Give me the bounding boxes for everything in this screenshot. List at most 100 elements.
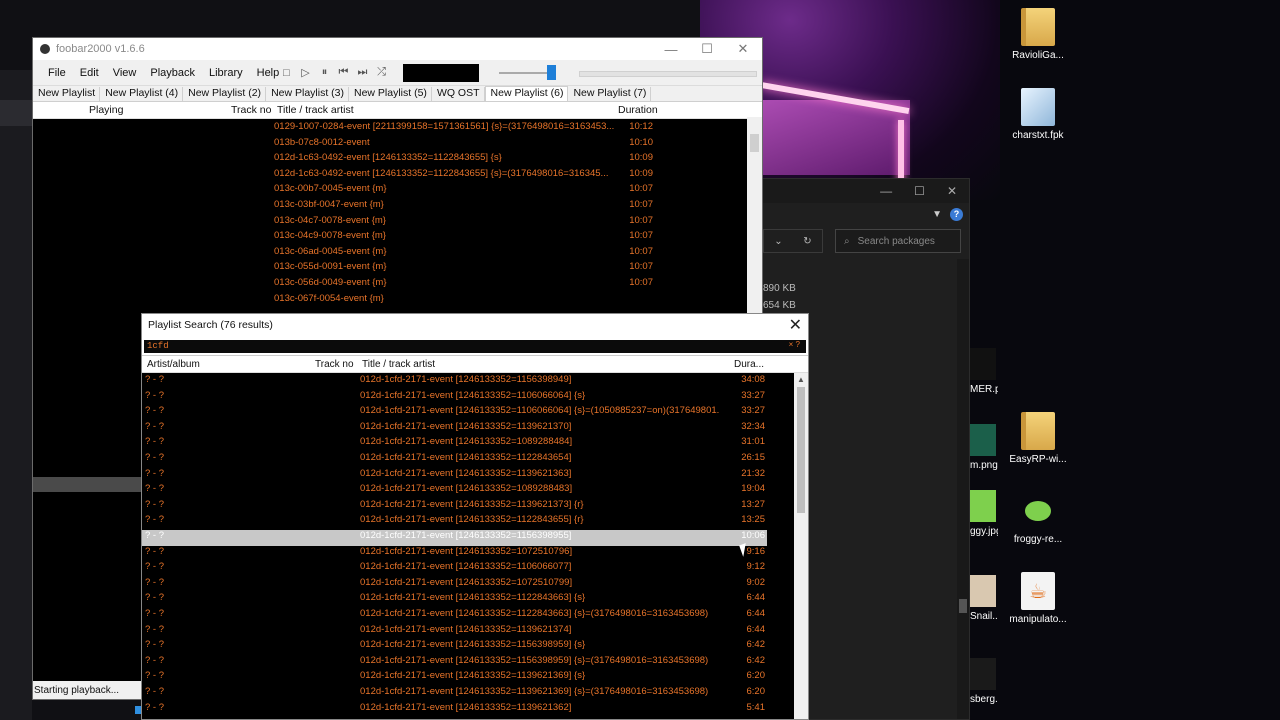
previous-icon[interactable]: ⏮ bbox=[336, 65, 351, 80]
maximize-icon[interactable]: ☐ bbox=[689, 41, 725, 57]
pause-icon[interactable]: ⏸ bbox=[317, 65, 332, 80]
window-titlebar[interactable]: foobar2000 v1.6.6 — ☐ ✕ bbox=[33, 38, 762, 60]
desktop-icon-partial[interactable]: Snail... bbox=[970, 575, 998, 622]
playlist-tab[interactable]: New Playlist (3) bbox=[266, 87, 349, 101]
close-icon[interactable]: ✕ bbox=[725, 41, 761, 57]
playlist-row[interactable]: 013c-055d-0091-event {m} 10:07 bbox=[33, 261, 749, 277]
minimize-icon[interactable]: — bbox=[653, 42, 689, 57]
search-result-row[interactable]: ? - ? 012d-1cfd-2171-event [1246133352=11… bbox=[142, 468, 767, 484]
playlist-row[interactable]: 013c-067f-0054-event {m} bbox=[33, 293, 749, 309]
search-input[interactable] bbox=[144, 339, 806, 353]
playlist-tab[interactable]: New Playlist (2) bbox=[183, 87, 267, 101]
search-result-row[interactable]: ? - ? 012d-1cfd-2171-event [1246133352=10… bbox=[142, 546, 767, 562]
search-packages-input[interactable]: ⌕ Search packages bbox=[835, 229, 961, 253]
playlist-tab[interactable]: New Playlist (5) bbox=[349, 87, 432, 101]
search-result-row[interactable]: ? - ? 012d-1cfd-2171-event [1246133352=11… bbox=[142, 514, 767, 530]
desktop-icon-charstxt[interactable]: charstxt.fpk bbox=[1003, 88, 1073, 141]
menu-library[interactable]: Library bbox=[202, 67, 250, 79]
search-result-row[interactable]: ? - ? 012d-1cfd-2171-event [1246133352=11… bbox=[142, 670, 767, 686]
menu-view[interactable]: View bbox=[106, 67, 144, 79]
menu-edit[interactable]: Edit bbox=[73, 67, 106, 79]
close-icon[interactable]: ✕ bbox=[947, 184, 957, 198]
playlist-tab[interactable]: New Playlist (7) bbox=[568, 87, 652, 101]
playlist-row[interactable]: 013c-04c9-0078-event {m} 10:07 bbox=[33, 230, 749, 246]
result-artist: ? - ? bbox=[145, 561, 165, 573]
search-result-row[interactable]: ? - ? 012d-1cfd-2171-event [1246133352=11… bbox=[142, 530, 767, 546]
close-icon[interactable]: ✕ bbox=[789, 315, 802, 335]
column-duration[interactable]: Dura... bbox=[734, 359, 764, 370]
playlist-row[interactable]: 013c-00b7-0045-event {m} 10:07 bbox=[33, 183, 749, 199]
column-artist[interactable]: Artist/album bbox=[147, 359, 200, 370]
nav-controls[interactable]: ⌄ ↻ bbox=[763, 229, 823, 253]
search-result-row[interactable]: ? - ? 012d-1cfd-2171-event [1246133352=11… bbox=[142, 499, 767, 515]
playlist-row[interactable]: 013c-03bf-0047-event {m} 10:07 bbox=[33, 199, 749, 215]
column-duration[interactable]: Duration bbox=[618, 104, 658, 116]
seek-bar[interactable] bbox=[579, 71, 757, 77]
play-icon[interactable]: ▷ bbox=[298, 65, 313, 80]
desktop-icon-partial[interactable]: m.png bbox=[970, 424, 998, 471]
chevron-down-icon[interactable]: ⌄ bbox=[774, 236, 782, 247]
playlist-row[interactable]: 012d-1c63-0492-event [1246133352=1122843… bbox=[33, 152, 749, 168]
playlist-row[interactable]: 013b-07c8-0012-event 10:10 bbox=[33, 137, 749, 153]
desktop-icon-manipulator[interactable]: ☕ manipulato... bbox=[1003, 572, 1073, 625]
playlist-tab[interactable]: New Playlist (4) bbox=[100, 87, 184, 101]
playlist-row[interactable]: 013c-04c7-0078-event {m} 10:07 bbox=[33, 215, 749, 231]
playlist-row[interactable]: 0129-1007-0284-event [2211399158=1571361… bbox=[33, 121, 749, 137]
minimize-icon[interactable]: — bbox=[880, 184, 892, 198]
desktop-icon-easyrp[interactable]: EasyRP-wi... bbox=[1003, 412, 1073, 465]
search-result-row[interactable]: ? - ? 012d-1cfd-2171-event [1246133352=11… bbox=[142, 655, 767, 671]
stop-icon[interactable]: □ bbox=[279, 65, 294, 80]
search-results-list[interactable]: ? - ? 012d-1cfd-2171-event [1246133352=11… bbox=[142, 373, 808, 719]
playlist-row[interactable]: 013c-06ad-0045-event {m} 10:07 bbox=[33, 246, 749, 262]
dialog-titlebar[interactable]: Playlist Search (76 results) ✕ bbox=[142, 314, 808, 336]
column-track-no[interactable]: Track no bbox=[231, 104, 271, 116]
search-result-row[interactable]: ? - ? 012d-1cfd-2171-event [1246133352=10… bbox=[142, 436, 767, 452]
visualization bbox=[403, 64, 479, 82]
search-result-row[interactable]: ? - ? 012d-1cfd-2171-event [1246133352=10… bbox=[142, 577, 767, 593]
search-result-row[interactable]: ? - ? 012d-1cfd-2171-event [1246133352=11… bbox=[142, 452, 767, 468]
search-result-row[interactable]: ? - ? 012d-1cfd-2171-event [1246133352=11… bbox=[142, 686, 767, 702]
maximize-icon[interactable]: ☐ bbox=[914, 184, 925, 198]
playlist-tab[interactable]: New Playlist (6) bbox=[484, 86, 569, 101]
desktop-icon-ravioligame[interactable]: RavioliGa... bbox=[1003, 8, 1073, 61]
help-icon[interactable]: ? bbox=[950, 207, 963, 221]
chevron-down-icon[interactable]: ▼ bbox=[932, 209, 942, 220]
column-track-no[interactable]: Track no bbox=[315, 359, 354, 370]
column-title[interactable]: Title / track artist bbox=[362, 359, 435, 370]
search-options-icon[interactable]: × ? bbox=[789, 340, 800, 349]
scrollbar-thumb[interactable] bbox=[959, 599, 967, 613]
column-playing[interactable]: Playing bbox=[89, 104, 123, 116]
random-icon[interactable]: ⤮ bbox=[374, 65, 389, 80]
desktop-icon-partial[interactable]: ggy.jpg bbox=[970, 490, 998, 537]
scrollbar[interactable] bbox=[957, 259, 969, 719]
results-scrollbar[interactable]: ▲ bbox=[794, 373, 808, 719]
search-result-row[interactable]: ? - ? 012d-1cfd-2171-event [1246133352=11… bbox=[142, 702, 767, 718]
search-result-row[interactable]: ? - ? 012d-1cfd-2171-event [1246133352=11… bbox=[142, 405, 767, 421]
search-result-row[interactable]: ? - ? 012d-1cfd-2171-event [1246133352=11… bbox=[142, 608, 767, 624]
column-title[interactable]: Title / track artist bbox=[277, 104, 354, 116]
search-result-row[interactable]: ? - ? 012d-1cfd-2171-event [1246133352=11… bbox=[142, 592, 767, 608]
volume-slider[interactable] bbox=[499, 72, 553, 74]
playlist-tab[interactable]: WQ OST bbox=[432, 87, 485, 101]
menu-file[interactable]: File bbox=[41, 67, 73, 79]
scrollbar-thumb[interactable] bbox=[797, 387, 805, 513]
playlist-row[interactable]: 013c-056d-0049-event {m} 10:07 bbox=[33, 277, 749, 293]
search-result-row[interactable]: ? - ? 012d-1cfd-2171-event [1246133352=11… bbox=[142, 639, 767, 655]
playlist-tab[interactable]: New Playlist bbox=[33, 87, 101, 101]
scrollbar-thumb[interactable] bbox=[750, 134, 759, 152]
refresh-icon[interactable]: ↻ bbox=[803, 236, 811, 247]
search-result-row[interactable]: ? - ? 012d-1cfd-2171-event [1246133352=11… bbox=[142, 374, 767, 390]
search-result-row[interactable]: ? - ? 012d-1cfd-2171-event [1246133352=11… bbox=[142, 390, 767, 406]
menu-playback[interactable]: Playback bbox=[143, 67, 202, 79]
desktop-icon-partial[interactable]: sberg... bbox=[970, 658, 998, 705]
volume-slider-thumb[interactable] bbox=[547, 65, 556, 80]
desktop-icon-partial[interactable]: MER.png bbox=[970, 348, 998, 395]
scroll-up-icon[interactable]: ▲ bbox=[797, 375, 805, 384]
search-result-row[interactable]: ? - ? 012d-1cfd-2171-event [1246133352=11… bbox=[142, 421, 767, 437]
search-result-row[interactable]: ? - ? 012d-1cfd-2171-event [1246133352=11… bbox=[142, 624, 767, 640]
next-icon[interactable]: ⏭ bbox=[355, 65, 370, 80]
search-result-row[interactable]: ? - ? 012d-1cfd-2171-event [1246133352=11… bbox=[142, 561, 767, 577]
playlist-row[interactable]: 012d-1c63-0492-event [1246133352=1122843… bbox=[33, 168, 749, 184]
search-result-row[interactable]: ? - ? 012d-1cfd-2171-event [1246133352=10… bbox=[142, 483, 767, 499]
desktop-icon-froggy[interactable]: froggy-re... bbox=[1003, 492, 1073, 545]
